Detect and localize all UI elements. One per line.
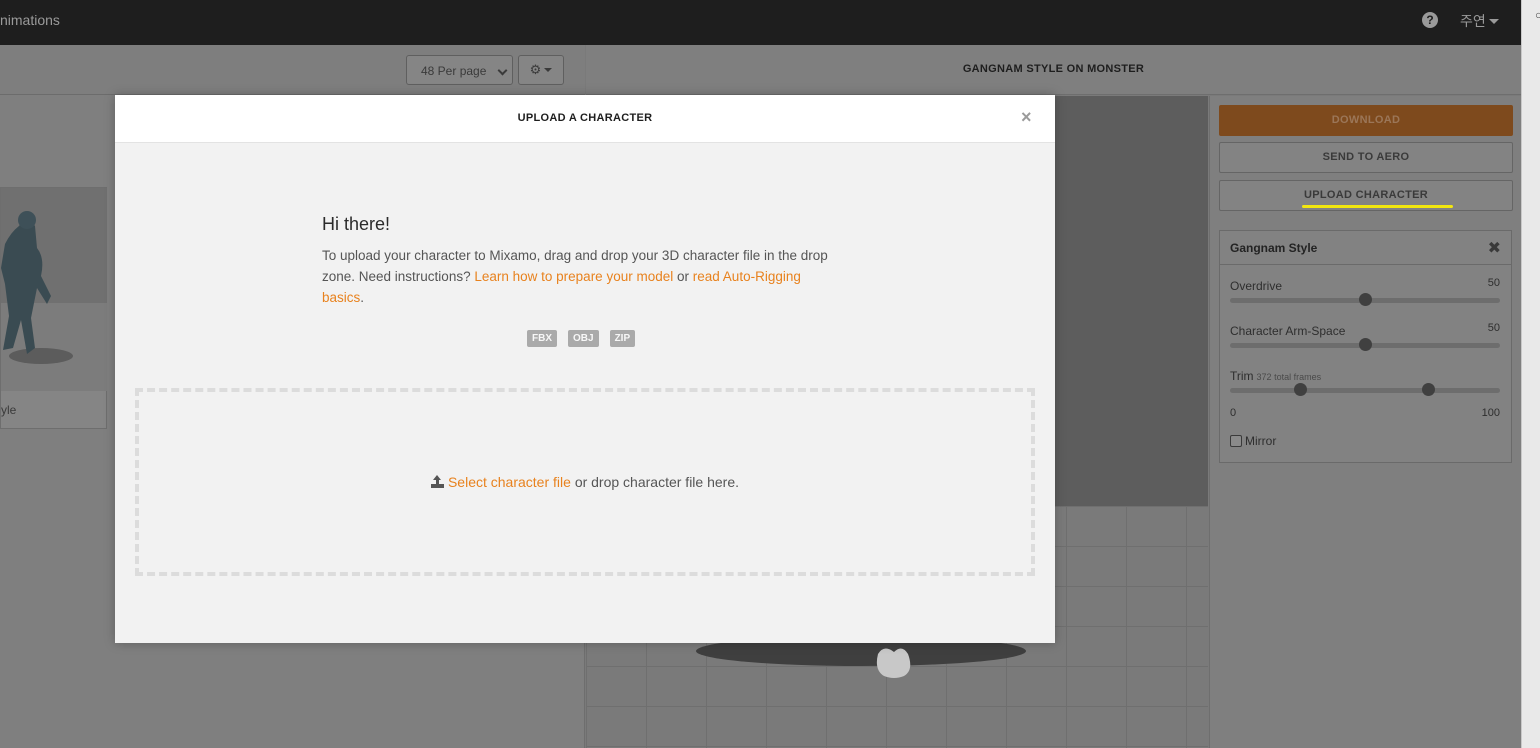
download-button[interactable]: DOWNLOAD <box>1219 105 1513 136</box>
chevron-down-icon <box>497 65 508 76</box>
trim-start-handle[interactable] <box>1294 383 1307 396</box>
arm-space-label: Character Arm-Space <box>1230 324 1346 338</box>
upload-character-label: UPLOAD CHARACTER <box>1304 189 1428 201</box>
overdrive-label: Overdrive <box>1230 279 1283 293</box>
intro-paragraph: To upload your character to Mixamo, drag… <box>322 245 837 308</box>
strip-icon: ○ <box>1535 8 1540 22</box>
overdrive-slider-handle[interactable] <box>1359 293 1372 306</box>
upload-character-button[interactable]: UPLOAD CHARACTER <box>1219 180 1513 211</box>
close-icon[interactable]: × <box>1021 108 1032 126</box>
per-page-value: 48 Per page <box>421 64 487 78</box>
user-menu[interactable]: 주연 <box>1460 11 1499 31</box>
format-badge-obj: OBJ <box>568 330 599 347</box>
arm-space-value: 50 <box>1487 322 1500 334</box>
mirror-option[interactable]: Mirror <box>1230 434 1276 448</box>
animation-card-label: yle <box>1 403 17 417</box>
browser-side-strip: ○ <box>1521 0 1540 748</box>
upload-character-modal: UPLOAD A CHARACTER × Hi there! To upload… <box>115 95 1055 643</box>
gear-icon: ⚙ <box>529 62 542 77</box>
trim-end-handle[interactable] <box>1422 383 1435 396</box>
trim-min-label: 0 <box>1230 407 1237 419</box>
modal-header: UPLOAD A CHARACTER × <box>115 95 1055 143</box>
chevron-down-icon <box>1488 18 1499 24</box>
character-feet-icon <box>876 648 911 678</box>
arm-space-slider-row: Character Arm-Space 50 <box>1230 322 1500 351</box>
viewer-title: GANGNAM STYLE ON MONSTER <box>962 63 1145 75</box>
prepare-model-link[interactable]: Learn how to prepare your model <box>474 269 673 284</box>
trim-label-text: Trim <box>1230 369 1254 383</box>
drop-suffix-text: or drop character file here. <box>574 474 740 490</box>
modal-title: UPLOAD A CHARACTER <box>517 112 653 124</box>
mirror-label: Mirror <box>1245 434 1277 448</box>
character-figure-icon <box>1 211 73 364</box>
animation-settings-panel: DOWNLOAD SEND TO AERO UPLOAD CHARACTER G… <box>1209 96 1521 748</box>
user-name: 주연 <box>1460 13 1486 29</box>
per-page-select[interactable]: 48 Per page <box>406 55 513 85</box>
trim-slider-row: Trim 372 total frames <box>1230 367 1500 396</box>
nav-animations-link[interactable]: nimations <box>0 12 60 28</box>
overdrive-value: 50 <box>1487 277 1500 289</box>
library-toolbar: 48 Per page ⚙ <box>0 45 585 95</box>
animation-card[interactable]: yle <box>0 187 107 429</box>
animation-parameters-box: Gangnam Style ✖ Overdrive 50 Character A… <box>1219 230 1512 463</box>
trim-range-labels: 0 100 <box>1230 407 1500 419</box>
file-drop-zone[interactable]: Select character file or drop character … <box>135 388 1035 576</box>
intro-period: . <box>360 290 365 305</box>
viewer-header: GANGNAM STYLE ON MONSTER <box>586 45 1521 95</box>
format-badges: FBX OBJ ZIP <box>527 330 636 347</box>
greeting-heading: Hi there! <box>322 214 391 234</box>
animation-thumbnail <box>1 188 107 391</box>
trim-track[interactable] <box>1230 388 1500 393</box>
intro-or-text: or <box>677 269 690 284</box>
arm-space-slider-handle[interactable] <box>1359 338 1372 351</box>
highlight-underline <box>1302 205 1453 208</box>
trim-max-label: 100 <box>1481 407 1500 419</box>
chevron-down-icon <box>544 68 553 72</box>
top-nav-bar: nimations ? 주연 <box>0 0 1521 45</box>
trim-frames-count: 372 total frames <box>1256 372 1322 382</box>
overdrive-slider-row: Overdrive 50 <box>1230 277 1500 306</box>
drop-zone-text: Select character file or drop character … <box>139 474 1031 490</box>
parameters-header: Gangnam Style ✖ <box>1220 231 1511 265</box>
settings-gear-button[interactable]: ⚙ <box>518 55 564 85</box>
animation-name: Gangnam Style <box>1230 241 1318 255</box>
upload-icon <box>430 475 444 488</box>
format-badge-zip: ZIP <box>609 330 636 347</box>
send-to-aero-button[interactable]: SEND TO AERO <box>1219 142 1513 173</box>
trim-label: Trim 372 total frames <box>1230 369 1321 383</box>
help-icon[interactable]: ? <box>1422 12 1438 28</box>
mirror-checkbox[interactable] <box>1230 435 1242 447</box>
close-icon[interactable]: ✖ <box>1488 238 1501 258</box>
format-badge-fbx: FBX <box>527 330 557 347</box>
select-character-file-link[interactable]: Select character file <box>448 474 571 490</box>
